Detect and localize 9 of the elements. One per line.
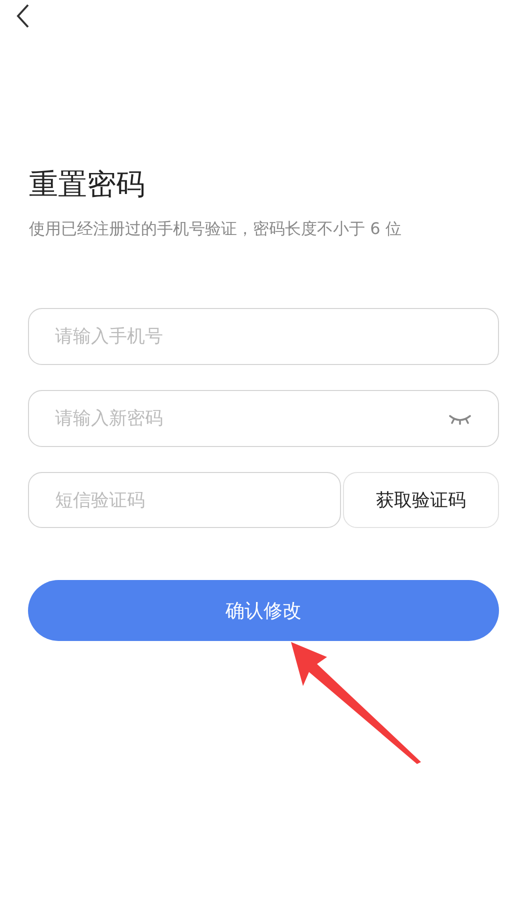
confirm-button[interactable]: 确认修改 (28, 580, 499, 641)
page-title: 重置密码 (29, 166, 146, 202)
get-code-button[interactable]: 获取验证码 (343, 472, 499, 528)
input-field[interactable]: 短信验证码 (28, 472, 341, 528)
subtitle: 使用已经注册过的手机号验证，密码长度不小于 6 位 (29, 218, 402, 240)
input-field[interactable]: 请输入手机号 (28, 308, 499, 365)
back-icon[interactable] (16, 4, 30, 28)
closed-eye-icon[interactable] (449, 413, 471, 425)
input-field[interactable]: 请输入新密码 (28, 390, 499, 447)
